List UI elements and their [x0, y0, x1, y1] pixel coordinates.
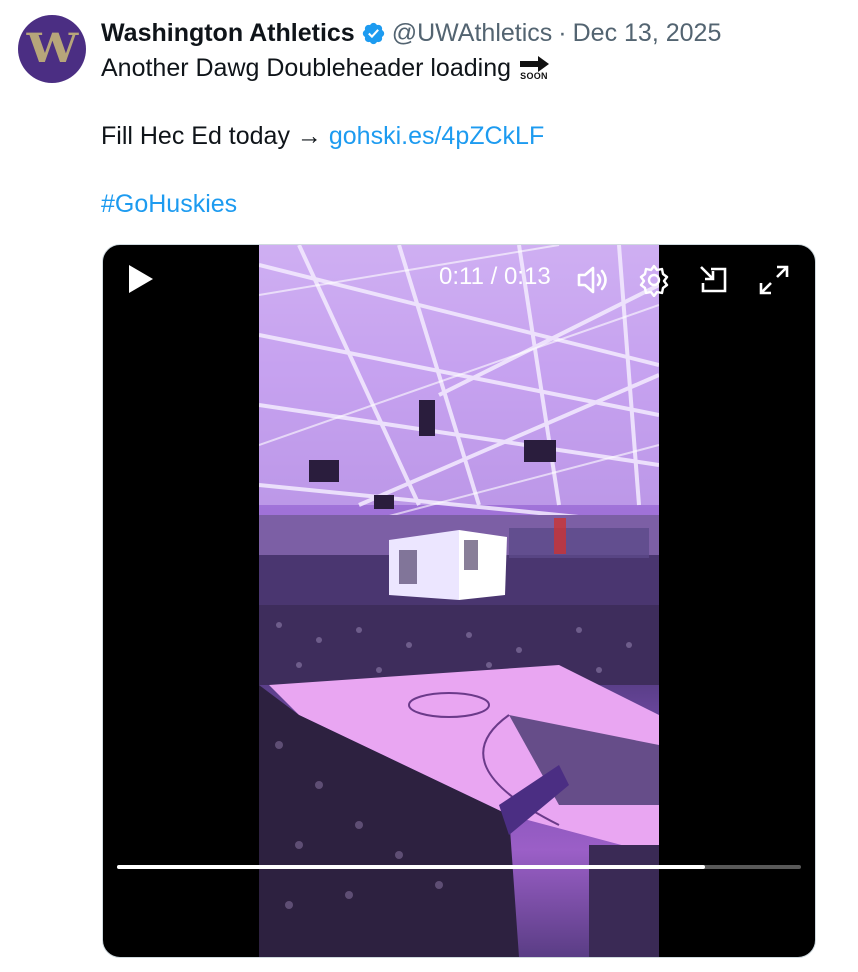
soon-emoji-label: SOON — [520, 71, 548, 81]
soon-arrow-icon: SOON — [517, 56, 551, 81]
pip-icon[interactable] — [697, 263, 731, 297]
avatar-logo: W — [26, 25, 78, 72]
fullscreen-icon[interactable] — [757, 263, 791, 297]
tweet-text-line1: Another Dawg Doubleheader loading SOON — [101, 54, 551, 83]
video-time-separator: / — [483, 263, 504, 290]
tweet-hashtag[interactable]: #GoHuskies — [101, 190, 237, 219]
tweet-link[interactable]: gohski.es/4pZCkLF — [329, 122, 544, 150]
tweet-text: Another Dawg Doubleheader loading — [101, 54, 512, 82]
video-current-time: 0:11 — [439, 263, 484, 290]
video-player[interactable]: 0:11 / 0:13 — [102, 244, 816, 958]
volume-icon[interactable] — [575, 263, 609, 297]
verified-badge-icon[interactable] — [361, 21, 386, 46]
tweet-text-fill: Fill Hec Ed today → — [101, 122, 329, 150]
avatar[interactable]: W — [18, 15, 86, 83]
video-frame[interactable] — [259, 245, 659, 957]
settings-icon[interactable] — [637, 263, 671, 297]
video-progress-fill — [117, 865, 706, 869]
video-time: 0:11 / 0:13 — [439, 263, 551, 291]
tweet-date[interactable]: Dec 13, 2025 — [573, 19, 722, 48]
author-display-name[interactable]: Washington Athletics — [101, 19, 355, 48]
video-duration: 0:13 — [503, 263, 551, 290]
tweet-text-line2: Fill Hec Ed today → gohski.es/4pZCkLF — [101, 122, 544, 151]
author-handle[interactable]: @UWAthletics — [392, 19, 553, 48]
video-progress-bar[interactable] — [117, 865, 801, 869]
arena-scene — [259, 245, 659, 957]
tweet-header: Washington Athletics @UWAthletics · Dec … — [101, 16, 721, 50]
header-separator: · — [558, 18, 567, 47]
play-icon[interactable] — [127, 263, 155, 295]
